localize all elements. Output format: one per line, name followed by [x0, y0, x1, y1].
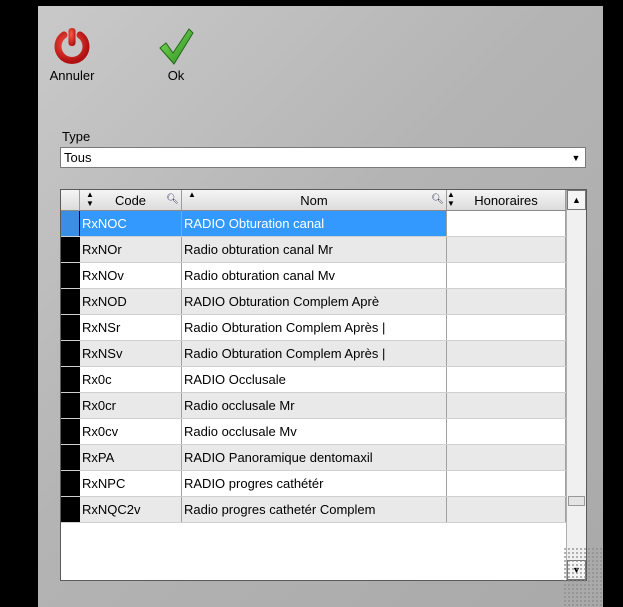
table-body: RxNOC RADIO Obturation canal RxNOr Radio ob…: [61, 211, 566, 523]
cell-honoraires[interactable]: [447, 237, 566, 262]
table-row[interactable]: Rx0cv Radio occlusale Mv: [61, 419, 566, 445]
cell-code[interactable]: RxNSv: [80, 341, 182, 366]
column-header-honoraires[interactable]: ▲ ▼ Honoraires: [447, 190, 566, 210]
cell-honoraires[interactable]: [447, 263, 566, 288]
cell-code[interactable]: Rx0cv: [80, 419, 182, 444]
row-selector[interactable]: [61, 471, 80, 496]
table-row[interactable]: RxNSv Radio Obturation Complem Après |: [61, 341, 566, 367]
dialog: Annuler Ok Type Tous ▼ ▲ ▼ Code 🔍︎ ▲ Nom…: [38, 6, 603, 607]
dropdown-arrow-icon[interactable]: ▼: [567, 153, 585, 163]
row-selector[interactable]: [61, 341, 80, 366]
table-row[interactable]: Rx0c RADIO Occlusale: [61, 367, 566, 393]
table-row[interactable]: Rx0cr Radio occlusale Mr: [61, 393, 566, 419]
cell-code[interactable]: RxNOr: [80, 237, 182, 262]
cell-honoraires[interactable]: [447, 393, 566, 418]
cell-code[interactable]: Rx0cr: [80, 393, 182, 418]
search-icon[interactable]: 🔍︎: [431, 194, 444, 205]
table-row[interactable]: RxNOr Radio obturation canal Mr: [61, 237, 566, 263]
column-header-nom-label: Nom: [300, 192, 328, 208]
scrollbar-thumb[interactable]: [568, 496, 585, 506]
table-row[interactable]: RxNOv Radio obturation canal Mv: [61, 263, 566, 289]
type-select[interactable]: Tous ▼: [60, 147, 586, 168]
sort-icon[interactable]: ▲ ▼: [86, 190, 94, 208]
row-selector[interactable]: [61, 289, 80, 314]
cell-honoraires[interactable]: [447, 497, 566, 522]
cancel-button[interactable]: Annuler: [42, 26, 102, 98]
cell-nom[interactable]: Radio occlusale Mv: [182, 419, 447, 444]
cell-honoraires[interactable]: [447, 341, 566, 366]
cell-code[interactable]: Rx0c: [80, 367, 182, 392]
cell-nom[interactable]: Radio obturation canal Mv: [182, 263, 447, 288]
row-selector[interactable]: [61, 445, 80, 470]
vertical-scrollbar[interactable]: ▲ ▼: [566, 190, 586, 580]
table-row[interactable]: RxNQC2v Radio progres cathetér Complem: [61, 497, 566, 523]
table-row[interactable]: RxNPC RADIO progres cathétér: [61, 471, 566, 497]
cell-nom[interactable]: RADIO Panoramique dentomaxil: [182, 445, 447, 470]
cell-code[interactable]: RxNQC2v: [80, 497, 182, 522]
sort-ascending-icon[interactable]: ▲: [188, 190, 196, 199]
table-row[interactable]: RxPA RADIO Panoramique dentomaxil: [61, 445, 566, 471]
cell-nom[interactable]: RADIO progres cathétér: [182, 471, 447, 496]
column-header-honoraires-label: Honoraires: [474, 192, 538, 208]
cell-code[interactable]: RxNPC: [80, 471, 182, 496]
cell-honoraires[interactable]: [447, 367, 566, 392]
cell-nom[interactable]: Radio occlusale Mr: [182, 393, 447, 418]
cell-nom[interactable]: Radio Obturation Complem Après |: [182, 341, 447, 366]
table-row[interactable]: RxNSr Radio Obturation Complem Après |: [61, 315, 566, 341]
cell-honoraires[interactable]: [447, 289, 566, 314]
cell-code[interactable]: RxNOD: [80, 289, 182, 314]
cell-nom[interactable]: Radio progres cathetér Complem: [182, 497, 447, 522]
column-header-code-label: Code: [114, 192, 147, 208]
power-icon: [54, 28, 90, 64]
cell-honoraires[interactable]: [447, 211, 566, 236]
row-selector[interactable]: [61, 497, 80, 522]
sort-icon[interactable]: ▲ ▼: [447, 190, 455, 208]
cell-code[interactable]: RxNOv: [80, 263, 182, 288]
cell-code[interactable]: RxNOC: [80, 211, 182, 236]
cell-honoraires[interactable]: [447, 419, 566, 444]
type-select-value: Tous: [64, 150, 92, 165]
row-selector-header: [61, 190, 80, 210]
row-selector[interactable]: [61, 211, 80, 236]
cell-nom[interactable]: RADIO Obturation canal: [182, 211, 447, 236]
table-row[interactable]: RxNOD RADIO Obturation Complem Aprè: [61, 289, 566, 315]
cell-code[interactable]: RxPA: [80, 445, 182, 470]
table-row[interactable]: RxNOC RADIO Obturation canal: [61, 211, 566, 237]
row-selector[interactable]: [61, 367, 80, 392]
ok-button[interactable]: Ok: [146, 26, 206, 98]
type-label: Type: [62, 129, 91, 144]
cell-nom[interactable]: RADIO Occlusale: [182, 367, 447, 392]
row-selector[interactable]: [61, 419, 80, 444]
cell-honoraires[interactable]: [447, 445, 566, 470]
column-header-code[interactable]: ▲ ▼ Code 🔍︎: [80, 190, 182, 210]
row-selector[interactable]: [61, 315, 80, 340]
codes-table: ▲ ▼ Code 🔍︎ ▲ Nom 🔍︎ ▲ ▼ Honoraires RxNOC R…: [60, 189, 587, 581]
column-header-nom[interactable]: ▲ Nom 🔍︎: [182, 190, 447, 210]
row-selector[interactable]: [61, 263, 80, 288]
ok-label: Ok: [167, 68, 185, 83]
row-selector[interactable]: [61, 393, 80, 418]
cell-code[interactable]: RxNSr: [80, 315, 182, 340]
cell-nom[interactable]: Radio Obturation Complem Après |: [182, 315, 447, 340]
cancel-label: Annuler: [49, 68, 95, 83]
cell-nom[interactable]: RADIO Obturation Complem Aprè: [182, 289, 447, 314]
table-header: ▲ ▼ Code 🔍︎ ▲ Nom 🔍︎ ▲ ▼ Honoraires: [61, 190, 566, 211]
row-selector[interactable]: [61, 237, 80, 262]
cell-honoraires[interactable]: [447, 315, 566, 340]
cell-nom[interactable]: Radio obturation canal Mr: [182, 237, 447, 262]
checkmark-icon: [159, 28, 194, 65]
resize-grip[interactable]: [563, 547, 603, 607]
cell-honoraires[interactable]: [447, 471, 566, 496]
search-icon[interactable]: 🔍︎: [166, 194, 179, 205]
scroll-up-icon[interactable]: ▲: [567, 190, 586, 210]
